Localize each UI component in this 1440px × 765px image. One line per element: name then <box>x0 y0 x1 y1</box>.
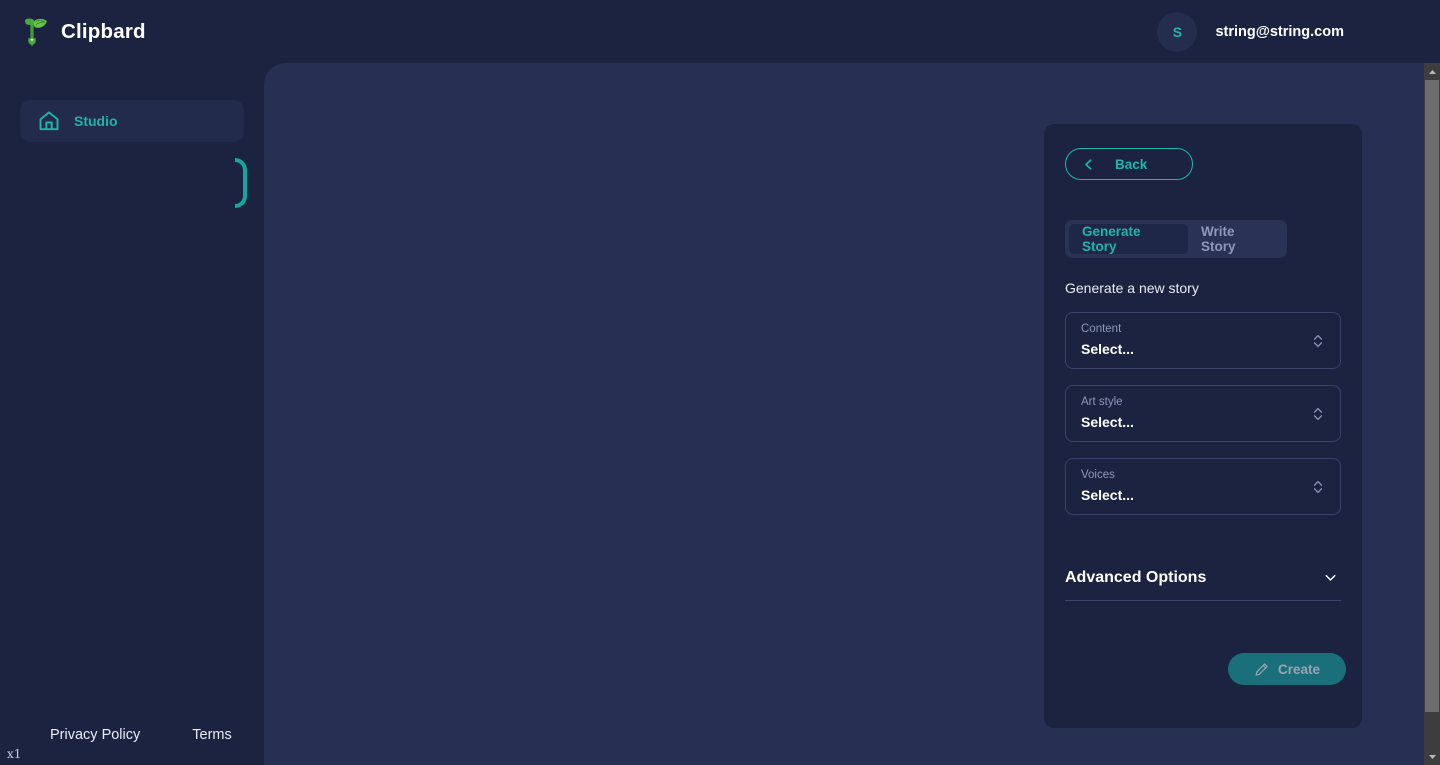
section-caption: Generate a new story <box>1065 280 1341 296</box>
user-area[interactable]: S string@string.com <box>1157 12 1344 52</box>
sidebar-item-studio[interactable]: Studio <box>20 100 244 142</box>
main-content-area: Back Generate Story Write Story Generate… <box>264 63 1424 765</box>
back-button[interactable]: Back <box>1065 148 1193 180</box>
sidebar-footer: Privacy Policy Terms <box>0 727 264 743</box>
terms-link[interactable]: Terms <box>192 727 231 743</box>
create-button[interactable]: Create <box>1228 653 1346 685</box>
advanced-options-label: Advanced Options <box>1065 569 1206 587</box>
voices-select-value: Select... <box>1081 485 1340 505</box>
scrollbar-up-arrow[interactable] <box>1424 63 1440 80</box>
leaf-plant-logo-icon <box>22 17 50 47</box>
home-icon <box>38 110 60 132</box>
pencil-icon <box>1254 662 1269 677</box>
content-select-label: Content <box>1081 322 1340 337</box>
user-email: string@string.com <box>1215 24 1344 40</box>
chevron-left-icon <box>1082 158 1095 171</box>
sidebar: Studio Privacy Policy Terms x1 <box>0 63 264 765</box>
voices-select-label: Voices <box>1081 468 1340 483</box>
create-label: Create <box>1278 662 1320 677</box>
story-mode-tabs: Generate Story Write Story <box>1065 220 1287 258</box>
voices-select[interactable]: Voices Select... <box>1065 458 1341 515</box>
content-select-value: Select... <box>1081 339 1340 359</box>
story-generation-panel: Back Generate Story Write Story Generate… <box>1044 124 1362 728</box>
scrollbar-down-arrow[interactable] <box>1424 748 1440 765</box>
content-select[interactable]: Content Select... <box>1065 312 1341 369</box>
tab-generate-story[interactable]: Generate Story <box>1069 224 1188 254</box>
art-style-select-label: Art style <box>1081 395 1340 410</box>
advanced-options-toggle[interactable]: Advanced Options <box>1065 555 1341 601</box>
sidebar-item-label: Studio <box>74 113 118 129</box>
chevron-down-icon <box>1323 570 1341 585</box>
avatar[interactable]: S <box>1157 12 1197 52</box>
brand[interactable]: Clipbard <box>22 17 146 47</box>
top-bar: Clipbard S string@string.com <box>0 0 1440 63</box>
tab-write-story[interactable]: Write Story <box>1188 224 1283 254</box>
art-style-select-value: Select... <box>1081 412 1340 432</box>
scrollbar-thumb[interactable] <box>1425 80 1439 712</box>
privacy-policy-link[interactable]: Privacy Policy <box>50 727 140 743</box>
sidebar-active-indicator <box>235 158 247 208</box>
brand-name: Clipbard <box>61 20 146 44</box>
back-label: Back <box>1115 157 1147 172</box>
zoom-level-badge: x1 <box>7 747 21 761</box>
vertical-scrollbar[interactable] <box>1424 63 1440 765</box>
art-style-select[interactable]: Art style Select... <box>1065 385 1341 442</box>
